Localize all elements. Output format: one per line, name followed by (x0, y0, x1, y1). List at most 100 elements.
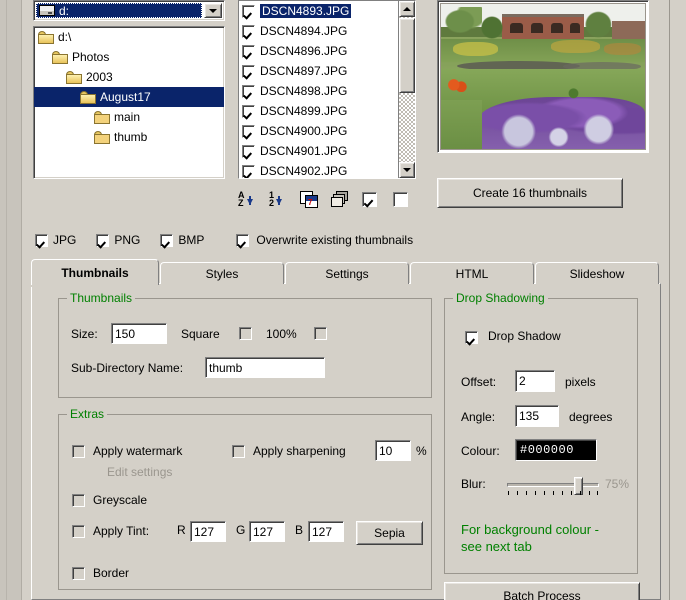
blur-slider-track[interactable] (507, 477, 599, 495)
stack-icon[interactable] (331, 188, 353, 210)
file-list-item[interactable]: DSCN4899.JPG (239, 101, 398, 121)
tab-html[interactable]: HTML (410, 262, 534, 284)
hundred-percent-label: 100% (266, 327, 297, 341)
square-checkbox[interactable] (239, 327, 252, 340)
drive-select-value-area[interactable]: d: (36, 3, 202, 18)
file-list-item-checkbox[interactable] (242, 44, 255, 58)
folder-tree[interactable]: d:\ Photos 2003 August17 main thumb (33, 26, 225, 179)
exif-info-icon[interactable]: 7 (300, 188, 322, 210)
angle-value: 135 (519, 409, 540, 423)
bmp-checkbox[interactable] (160, 233, 174, 247)
folder-open-icon (66, 70, 82, 84)
scroll-up-button[interactable] (399, 1, 415, 17)
file-list-item-checkbox[interactable] (242, 104, 255, 118)
size-input[interactable]: 150 (111, 323, 167, 344)
file-list-item-checkbox[interactable] (242, 144, 255, 158)
shadow-colour-swatch[interactable]: #000000 (515, 439, 597, 461)
scroll-down-button[interactable] (399, 162, 415, 178)
file-list-item-label: DSCN4893.JPG (260, 4, 352, 18)
file-list[interactable]: DSCN4893.JPG DSCN4894.JPG DSCN4896.JPG DSCN… (239, 1, 398, 178)
file-list-item[interactable]: DSCN4898.JPG (239, 81, 398, 101)
sepia-button[interactable]: Sepia (356, 521, 423, 545)
file-list-panel[interactable]: DSCN4893.JPG DSCN4894.JPG DSCN4896.JPG DSCN… (238, 0, 416, 179)
file-list-item-checkbox[interactable] (242, 124, 255, 138)
create-thumbnails-button[interactable]: Create 16 thumbnails (437, 178, 623, 208)
overwrite-checkbox-row[interactable]: Overwrite existing thumbnails (236, 233, 413, 247)
offset-input[interactable]: 2 (515, 370, 555, 392)
tint-r-input[interactable]: 127 (190, 521, 226, 542)
folder-tree-item[interactable]: 2003 (34, 67, 224, 87)
drop-shadow-checkbox[interactable] (465, 331, 478, 344)
angle-input[interactable]: 135 (515, 405, 559, 427)
drop-shadowing-group: Drop Shadowing Drop Shadow Offset: 2 pix… (444, 291, 638, 574)
tab-thumbnails[interactable]: Thumbnails (31, 259, 159, 285)
check-all-icon[interactable] (362, 188, 384, 210)
subdirectory-input-value: thumb (209, 360, 243, 375)
chevron-down-icon (209, 8, 217, 13)
arrow-down-icon (246, 196, 253, 205)
file-list-item[interactable]: DSCN4900.JPG (239, 121, 398, 141)
sharpening-amount-input[interactable]: 10 (375, 440, 411, 461)
folder-tree-item[interactable]: d:\ (34, 27, 224, 47)
file-list-item[interactable]: DSCN4897.JPG (239, 61, 398, 81)
sepia-button-label: Sepia (374, 526, 405, 540)
uncheck-all-icon[interactable] (393, 188, 415, 210)
overwrite-checkbox[interactable] (236, 233, 250, 247)
sort-numeric-icon[interactable]: 1 2 (269, 188, 291, 210)
file-list-scrollbar[interactable] (398, 1, 415, 178)
hundred-percent-checkbox[interactable] (314, 327, 327, 340)
file-list-item-checkbox[interactable] (242, 24, 255, 38)
tint-g-value: 127 (253, 524, 274, 539)
folder-tree-item[interactable]: Photos (34, 47, 224, 67)
tint-b-input[interactable]: 127 (308, 521, 344, 542)
tab-thumbnails-label: Thumbnails (61, 265, 129, 280)
image-preview (440, 3, 646, 150)
blur-percent-value: 75% (605, 477, 630, 491)
file-list-item-label: DSCN4897.JPG (260, 64, 348, 78)
file-list-item[interactable]: DSCN4902.JPG (239, 161, 398, 178)
folder-tree-item[interactable]: August17 (34, 87, 224, 107)
file-list-item-checkbox[interactable] (242, 84, 255, 98)
jpg-label: JPG (53, 233, 77, 247)
tab-slideshow[interactable]: Slideshow (535, 262, 659, 284)
blur-slider[interactable] (507, 477, 599, 496)
file-list-scroll-thumb[interactable] (399, 18, 415, 93)
jpg-checkbox[interactable] (35, 233, 48, 247)
tint-g-input[interactable]: 127 (249, 521, 285, 542)
folder-closed-icon (94, 110, 110, 124)
subdirectory-input[interactable]: thumb (205, 357, 325, 378)
greyscale-checkbox[interactable] (72, 494, 85, 507)
folder-tree-item[interactable]: thumb (34, 127, 224, 147)
bmp-label: BMP (178, 233, 205, 247)
file-list-item[interactable]: DSCN4901.JPG (239, 141, 398, 161)
file-list-item-label: DSCN4902.JPG (260, 164, 348, 178)
window-right-gutter[interactable] (669, 0, 686, 600)
batch-process-button[interactable]: Batch Process (444, 582, 640, 600)
tab-settings[interactable]: Settings (285, 262, 409, 284)
format-checkbox-jpg[interactable]: JPG (35, 233, 76, 247)
file-list-item-checkbox[interactable] (242, 64, 255, 78)
file-list-item-checkbox[interactable] (242, 164, 255, 178)
tab-styles[interactable]: Styles (160, 262, 284, 284)
png-checkbox[interactable] (96, 233, 110, 247)
sort-alpha-icon[interactable]: A Z (238, 188, 260, 210)
file-list-item-checkbox[interactable] (242, 4, 255, 18)
edit-settings-link[interactable]: Edit settings (107, 465, 172, 479)
file-list-item[interactable]: DSCN4893.JPG (239, 1, 398, 21)
drive-select-dropdown-button[interactable] (204, 3, 222, 18)
folder-tree-item-label: main (114, 110, 141, 124)
file-list-item[interactable]: DSCN4896.JPG (239, 41, 398, 61)
border-checkbox[interactable] (72, 567, 85, 580)
drive-select[interactable]: d: (33, 0, 225, 21)
format-checkbox-bmp[interactable]: BMP (160, 233, 204, 247)
apply-tint-checkbox[interactable] (72, 525, 85, 538)
apply-watermark-checkbox[interactable] (72, 445, 85, 458)
drop-shadowing-group-title: Drop Shadowing (453, 291, 548, 305)
folder-tree-item[interactable]: main (34, 107, 224, 127)
apply-sharpening-checkbox[interactable] (232, 445, 245, 458)
format-checkbox-png[interactable]: PNG (96, 233, 140, 247)
background-colour-note: For background colour - see next tab (461, 522, 600, 554)
drive-icon (39, 5, 55, 16)
file-list-item[interactable]: DSCN4894.JPG (239, 21, 398, 41)
tab-html-label: HTML (455, 266, 489, 281)
